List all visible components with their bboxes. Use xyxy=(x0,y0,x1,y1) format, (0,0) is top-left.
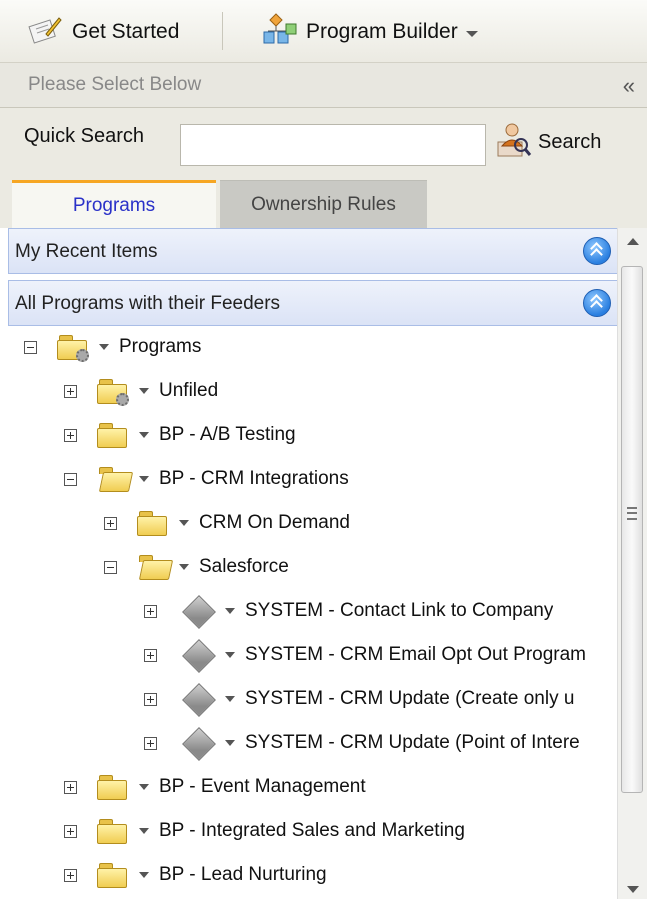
tree-item-label: SYSTEM - CRM Update (Point of Intere xyxy=(245,732,580,753)
get-started-button[interactable]: Get Started xyxy=(28,12,179,52)
recent-items-label: My Recent Items xyxy=(15,241,158,262)
tree-panel: My Recent Items All Programs with their … xyxy=(8,228,647,899)
tree-row[interactable]: SYSTEM - CRM Update (Create only u xyxy=(144,679,614,719)
program-builder-menu[interactable]: Program Builder xyxy=(262,12,478,52)
tree-row[interactable]: SYSTEM - CRM Update (Point of Intere xyxy=(144,723,614,763)
collapse-node-icon[interactable] xyxy=(64,472,77,486)
tree-item-label: Programs xyxy=(119,336,202,357)
all-programs-label: All Programs with their Feeders xyxy=(15,293,281,314)
collapse-node-icon[interactable] xyxy=(104,560,117,574)
tab-programs[interactable]: Programs xyxy=(12,180,216,228)
tree-row[interactable]: SYSTEM - Contact Link to Company xyxy=(144,591,614,631)
tree-item-label: Salesforce xyxy=(199,556,289,577)
tree-item-label: CRM On Demand xyxy=(199,512,350,533)
expand-node-icon[interactable] xyxy=(144,604,157,618)
context-menu-arrow-icon[interactable] xyxy=(139,476,149,482)
expand-node-icon[interactable] xyxy=(144,692,157,706)
context-menu-arrow-icon[interactable] xyxy=(225,696,235,702)
folder-icon xyxy=(97,863,127,888)
tree-row[interactable]: Salesforce xyxy=(104,547,614,587)
context-menu-arrow-icon[interactable] xyxy=(139,872,149,878)
collapse-node-icon[interactable] xyxy=(24,340,37,354)
context-menu-arrow-icon[interactable] xyxy=(139,828,149,834)
tree-item-label: Unfiled xyxy=(159,380,219,401)
select-bar: Please Select Below « xyxy=(0,63,647,108)
scroll-thumb[interactable] xyxy=(621,266,643,793)
scroll-down-arrow-icon[interactable] xyxy=(627,886,639,893)
context-menu-arrow-icon[interactable] xyxy=(139,784,149,790)
select-prompt: Please Select Below xyxy=(28,74,202,95)
tree-item-label: SYSTEM - CRM Update (Create only u xyxy=(245,688,575,709)
expand-node-icon[interactable] xyxy=(64,428,77,442)
collapse-section-icon[interactable] xyxy=(583,289,611,317)
tree-item-label: BP - Integrated Sales and Marketing xyxy=(159,820,465,841)
expand-node-icon[interactable] xyxy=(144,648,157,662)
context-menu-arrow-icon[interactable] xyxy=(225,652,235,658)
search-person-icon xyxy=(494,120,532,164)
toolbar-divider xyxy=(222,12,223,50)
quick-search-label: Quick Search xyxy=(24,125,145,147)
tree-row[interactable]: CRM On Demand xyxy=(104,503,614,543)
settings-folder-icon xyxy=(97,379,129,406)
folder-icon xyxy=(137,511,167,536)
context-menu-arrow-icon[interactable] xyxy=(99,344,109,350)
context-menu-arrow-icon[interactable] xyxy=(179,520,189,526)
folder-icon xyxy=(97,423,127,448)
expand-node-icon[interactable] xyxy=(64,824,77,838)
tree-row[interactable]: Unfiled xyxy=(64,371,614,411)
open-folder-icon xyxy=(97,467,134,492)
program-diamond-icon xyxy=(183,596,213,626)
tree-row[interactable]: SYSTEM - CRM Email Opt Out Program xyxy=(144,635,614,675)
tree-row[interactable]: BP - A/B Testing xyxy=(64,415,614,455)
settings-folder-icon xyxy=(57,335,89,362)
scroll-up-arrow-icon[interactable] xyxy=(627,238,639,245)
tree-row[interactable]: BP - Event Management xyxy=(64,767,614,807)
grip-icon xyxy=(627,507,637,520)
tree-item-label: BP - A/B Testing xyxy=(159,424,296,445)
quick-search-input[interactable] xyxy=(180,124,486,166)
context-menu-arrow-icon[interactable] xyxy=(225,608,235,614)
program-diamond-icon xyxy=(183,640,213,670)
recent-items-header[interactable]: My Recent Items xyxy=(8,228,618,274)
tree-row[interactable]: BP - Lead Nurturing xyxy=(64,855,614,895)
folder-icon xyxy=(97,775,127,800)
notepad-pen-icon xyxy=(28,14,62,50)
expand-node-icon[interactable] xyxy=(64,384,77,398)
tab-ownership-rules[interactable]: Ownership Rules xyxy=(220,180,427,228)
tree-item-label: BP - CRM Integrations xyxy=(159,468,349,489)
context-menu-arrow-icon[interactable] xyxy=(225,740,235,746)
expand-node-icon[interactable] xyxy=(64,868,77,882)
get-started-label: Get Started xyxy=(72,20,180,43)
search-button[interactable]: Search xyxy=(494,122,601,162)
tab-bar: Programs Ownership Rules xyxy=(0,180,647,228)
quick-search-bar: Quick Search Search xyxy=(0,108,647,180)
tree-row[interactable]: BP - Integrated Sales and Marketing xyxy=(64,811,614,851)
open-folder-icon xyxy=(137,555,174,580)
context-menu-arrow-icon[interactable] xyxy=(139,432,149,438)
program-diamond-icon xyxy=(183,728,213,758)
tree-item-label: BP - Lead Nurturing xyxy=(159,864,327,885)
tree-row[interactable]: Programs xyxy=(24,327,614,367)
tree-item-label: SYSTEM - CRM Email Opt Out Program xyxy=(245,644,587,665)
folder-icon xyxy=(97,819,127,844)
search-button-label: Search xyxy=(538,130,602,153)
program-builder-icon xyxy=(262,12,298,52)
program-diamond-icon xyxy=(183,684,213,714)
collapse-section-icon[interactable] xyxy=(583,237,611,265)
tree-row[interactable]: BP - CRM Integrations xyxy=(64,459,614,499)
chevron-down-icon xyxy=(465,31,478,37)
expand-node-icon[interactable] xyxy=(104,516,117,530)
expand-node-icon[interactable] xyxy=(144,736,157,750)
vertical-scrollbar[interactable] xyxy=(617,228,647,899)
expand-node-icon[interactable] xyxy=(64,780,77,794)
program-builder-label: Program Builder xyxy=(306,20,458,43)
context-menu-arrow-icon[interactable] xyxy=(179,564,189,570)
context-menu-arrow-icon[interactable] xyxy=(139,388,149,394)
collapse-panel-icon[interactable]: « xyxy=(623,73,635,99)
tree-item-label: BP - Event Management xyxy=(159,776,366,797)
top-toolbar: Get Started Program Builder xyxy=(0,0,647,63)
tree-item-label: SYSTEM - Contact Link to Company xyxy=(245,600,554,621)
all-programs-header[interactable]: All Programs with their Feeders xyxy=(8,280,618,326)
